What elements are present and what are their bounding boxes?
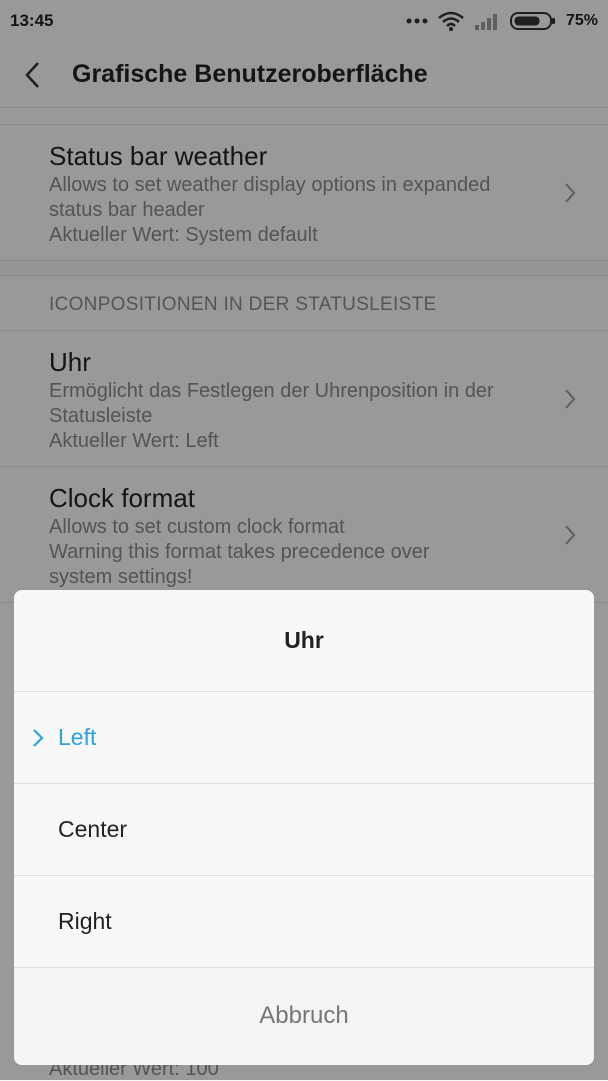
option-label: Right bbox=[58, 908, 112, 934]
option-right[interactable]: Right bbox=[14, 876, 594, 968]
selected-chevron-icon bbox=[33, 728, 44, 747]
option-center[interactable]: Center bbox=[14, 784, 594, 876]
dialog-title: Uhr bbox=[14, 590, 594, 692]
clock-position-dialog: Uhr Left Center Right Abbruch bbox=[14, 590, 594, 1065]
option-label: Center bbox=[58, 816, 128, 842]
option-label: Left bbox=[58, 724, 97, 750]
cancel-button[interactable]: Abbruch bbox=[14, 968, 594, 1063]
option-left[interactable]: Left bbox=[14, 692, 594, 784]
